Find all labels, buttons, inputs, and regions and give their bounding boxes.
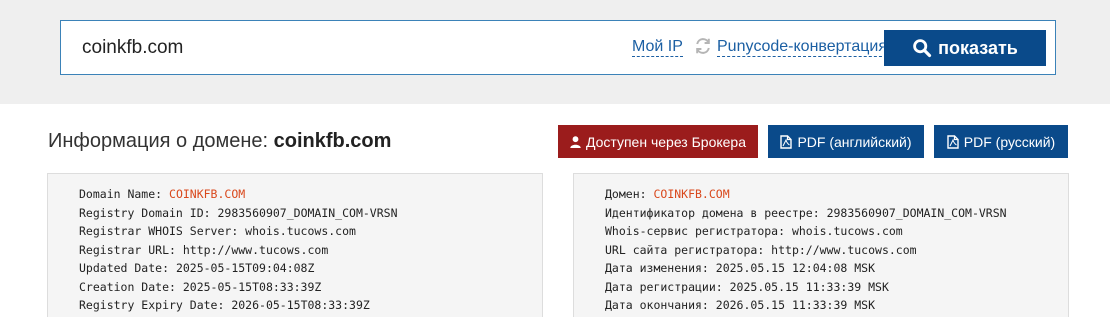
domain-name-value: COINKFB.COM [169,187,246,201]
whois-line: Registrar URL: http://www.tucows.com [79,242,329,257]
title-domain: coinkfb.com [273,130,392,152]
my-ip-link[interactable]: Мой IP [632,38,683,57]
whois-english-panel: Domain Name: COINKFB.COM Registry Domain… [47,173,543,317]
search-box: Мой IP Punycode-конвертация показать [60,20,1056,75]
pdf-file-icon [947,134,959,149]
pdf-english-button[interactable]: PDF (английский) [768,125,924,158]
show-button-label: показать [938,37,1018,58]
whois-russian-panel: Домен: COINKFB.COM Идентификатор домена … [573,173,1069,317]
show-button[interactable]: показать [884,30,1046,66]
whois-line: Registrar WHOIS Server: whois.tucows.com [79,224,356,238]
whois-line: Домен: COINKFB.COM [605,187,730,201]
punycode-link[interactable]: Punycode-конвертация [717,38,887,57]
whois-line: Registry Expiry Date: 2026-05-15T08:33:3… [79,298,370,312]
whois-line: Дата изменения: 2025.05.15 12:04:08 MSK [605,261,876,275]
pdf-english-label: PDF (английский) [797,133,912,150]
pdf-russian-label: PDF (русский) [963,133,1056,150]
whois-line: Идентификатор домена в реестре: 29835609… [605,205,1007,220]
broker-button[interactable]: Доступен через Брокера [558,125,758,158]
domain-search-input[interactable] [82,37,562,59]
whois-line: Domain Name: COINKFB.COM [79,187,246,201]
search-band: Мой IP Punycode-конвертация показать [0,0,1110,104]
pdf-russian-button[interactable]: PDF (русский) [934,125,1068,158]
page-title: Информация о домене: coinkfb.com [48,130,392,152]
whois-line: Creation Date: 2025-05-15T08:33:39Z [79,279,322,294]
domain-name-value: COINKFB.COM [653,187,730,201]
whois-line: Updated Date: 2025-05-15T09:04:08Z [79,261,315,275]
whois-line: Whois-сервис регистратора: whois.tucows.… [605,224,903,238]
user-icon [570,135,581,148]
pdf-file-icon [780,134,793,149]
broker-button-label: Доступен через Брокера [585,133,747,150]
search-icon [913,39,932,58]
whois-line: Дата окончания: 2026.05.15 11:33:39 MSK [605,298,876,312]
whois-line: URL сайта регистратора: http://www.tucow… [605,242,917,257]
whois-line: Дата регистрации: 2025.05.15 11:33:39 MS… [605,279,889,294]
whois-line: Registry Domain ID: 2983560907_DOMAIN_CO… [79,205,398,220]
refresh-icon [693,36,713,56]
